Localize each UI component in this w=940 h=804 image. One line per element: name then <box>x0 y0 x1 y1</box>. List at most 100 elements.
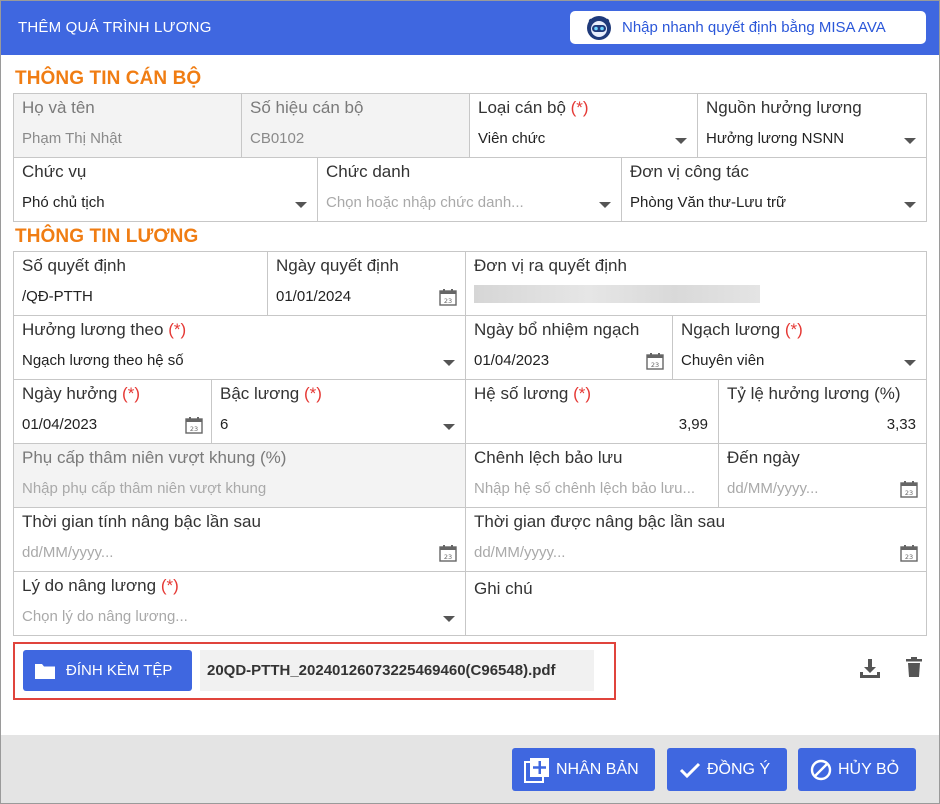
job-title-placeholder: Chọn hoặc nhập chức danh... <box>326 194 524 211</box>
raise-reason-label: Lý do nâng lương (*) <box>22 576 179 595</box>
effective-date-picker[interactable]: Ngày hưởng (*) 01/04/2023 23 <box>13 379 212 444</box>
misa-ava-button-label: Nhập nhanh quyết định bằng MISA AVA <box>622 19 886 36</box>
to-date-label: Đến ngày <box>727 448 800 467</box>
coefficient-input[interactable]: Hệ số lương (*) 3,99 <box>465 379 719 444</box>
staff-code-label: Số hiệu cán bộ <box>250 98 364 117</box>
seniority-allowance-placeholder: Nhập phụ cấp thâm niên vượt khung <box>22 480 267 497</box>
duplicate-label: NHÂN BẢN <box>556 760 639 778</box>
salary-rate-input[interactable]: Tỷ lệ hưởng lương (%) 3,33 <box>718 379 927 444</box>
calendar-icon[interactable]: 23 <box>900 544 918 562</box>
raise-reason-select[interactable]: Lý do nâng lương (*) Chọn lý do nâng lươ… <box>13 571 466 636</box>
reserved-difference-input[interactable]: Chênh lệch bảo lưu Nhập hệ số chênh lệch… <box>465 443 719 508</box>
chevron-down-icon[interactable] <box>904 360 916 366</box>
seniority-allowance-label: Phụ cấp thâm niên vượt khung (%) <box>22 448 287 467</box>
job-title-label: Chức danh <box>326 162 411 181</box>
svg-text:23: 23 <box>444 297 452 305</box>
dialog-title: THÊM QUÁ TRÌNH LƯƠNG <box>18 19 212 36</box>
chevron-down-icon[interactable] <box>443 616 455 622</box>
misa-ava-quick-input-button[interactable]: Nhập nhanh quyết định bằng MISA AVA <box>570 11 926 44</box>
position-select[interactable]: Chức vụ Phó chủ tịch <box>13 157 318 222</box>
staff-type-select[interactable]: Loại cán bộ (*) Viên chức <box>469 93 698 158</box>
seniority-allowance-input: Phụ cấp thâm niên vượt khung (%) Nhập ph… <box>13 443 466 508</box>
svg-text:23: 23 <box>651 361 659 369</box>
next-raise-calc-placeholder: dd/MM/yyyy... <box>22 544 114 561</box>
salary-grade-select[interactable]: Ngạch lương (*) Chuyên viên <box>672 315 927 380</box>
decision-date-picker[interactable]: Ngày quyết định 01/01/2024 23 <box>267 251 466 316</box>
salary-source-value: Hưởng lương NSNN <box>706 130 845 147</box>
work-unit-label: Đơn vị công tác <box>630 162 749 181</box>
decision-date-label: Ngày quyết định <box>276 256 399 275</box>
next-raise-placeholder: dd/MM/yyyy... <box>474 544 566 561</box>
staff-code-value: CB0102 <box>250 130 305 147</box>
raise-reason-placeholder: Chọn lý do nâng lương... <box>22 608 188 625</box>
staff-type-label: Loại cán bộ (*) <box>478 98 589 117</box>
required-mark: (*) <box>303 384 322 403</box>
note-textarea[interactable]: Ghi chú <box>465 571 927 636</box>
full-name-value: Phạm Thị Nhật <box>22 130 122 147</box>
chevron-down-icon[interactable] <box>904 138 916 144</box>
chevron-down-icon[interactable] <box>904 202 916 208</box>
next-raise-date-picker[interactable]: Thời gian được nâng bậc lần sau dd/MM/yy… <box>465 507 927 572</box>
attached-file[interactable]: 20QD-PTTH_20240126073225469460(C96548).p… <box>200 650 594 691</box>
salary-basis-label: Hưởng lương theo (*) <box>22 320 187 339</box>
calendar-icon[interactable]: 23 <box>646 352 664 370</box>
calendar-icon[interactable]: 23 <box>900 480 918 498</box>
salary-info-section-title: THÔNG TIN LƯƠNG <box>15 226 199 247</box>
required-mark: (*) <box>160 576 179 595</box>
duplicate-icon <box>524 757 549 783</box>
robot-icon <box>587 15 611 40</box>
effective-date-value: 01/04/2023 <box>22 416 98 433</box>
to-date-picker[interactable]: Đến ngày dd/MM/yyyy... 23 <box>718 443 927 508</box>
chevron-down-icon[interactable] <box>443 424 455 430</box>
salary-rate-label: Tỷ lệ hưởng lương (%) <box>727 384 901 403</box>
add-salary-process-dialog: THÊM QUÁ TRÌNH LƯƠNG Nhập nhanh quyết đị… <box>0 0 940 804</box>
issuing-unit-label: Đơn vị ra quyết định <box>474 256 627 275</box>
salary-basis-select[interactable]: Hưởng lương theo (*) Ngạch lương theo hệ… <box>13 315 466 380</box>
calendar-icon[interactable]: 23 <box>185 416 203 434</box>
chevron-down-icon[interactable] <box>443 360 455 366</box>
chevron-down-icon[interactable] <box>675 138 687 144</box>
issuing-unit-input[interactable]: Đơn vị ra quyết định <box>465 251 927 316</box>
required-mark: (*) <box>168 320 187 339</box>
coefficient-label: Hệ số lương (*) <box>474 384 592 403</box>
salary-basis-value: Ngạch lương theo hệ số <box>22 352 184 369</box>
svg-text:23: 23 <box>444 553 452 561</box>
download-icon[interactable] <box>859 657 881 679</box>
decision-date-value: 01/01/2024 <box>276 288 352 305</box>
salary-source-select[interactable]: Nguồn hưởng lương Hưởng lương NSNN <box>697 93 927 158</box>
note-label: Ghi chú <box>474 579 533 598</box>
chevron-down-icon[interactable] <box>295 202 307 208</box>
chevron-down-icon[interactable] <box>599 202 611 208</box>
salary-source-label: Nguồn hưởng lương <box>706 98 862 117</box>
next-raise-calc-date-picker[interactable]: Thời gian tính nâng bậc lần sau dd/MM/yy… <box>13 507 466 572</box>
cancel-circle-icon <box>810 759 832 780</box>
duplicate-button[interactable]: NHÂN BẢN <box>512 748 655 791</box>
dialog-footer: NHÂN BẢN ĐỒNG Ý HỦY BỎ <box>1 735 939 803</box>
issuing-unit-redacted-value <box>474 285 760 303</box>
job-title-combobox[interactable]: Chức danh Chọn hoặc nhập chức danh... <box>317 157 622 222</box>
next-raise-label: Thời gian được nâng bậc lần sau <box>474 512 726 531</box>
full-name-label: Họ và tên <box>22 98 95 117</box>
svg-text:23: 23 <box>905 489 913 497</box>
next-raise-calc-label: Thời gian tính nâng bậc lần sau <box>22 512 261 531</box>
calendar-icon[interactable]: 23 <box>439 288 457 306</box>
agree-button[interactable]: ĐỒNG Ý <box>667 748 787 791</box>
salary-grade-value: Chuyên viên <box>681 352 765 369</box>
trash-icon[interactable] <box>906 657 922 677</box>
cancel-button[interactable]: HỦY BỎ <box>798 748 916 791</box>
checkmark-icon <box>679 762 701 778</box>
agree-label: ĐỒNG Ý <box>707 760 771 778</box>
required-mark: (*) <box>570 98 589 117</box>
decision-number-label: Số quyết định <box>22 256 126 275</box>
cancel-label: HỦY BỎ <box>838 760 900 778</box>
work-unit-select[interactable]: Đơn vị công tác Phòng Văn thư-Lưu trữ <box>621 157 927 222</box>
attach-file-button[interactable]: ĐÍNH KÈM TỆP <box>23 650 192 691</box>
appointment-date-picker[interactable]: Ngày bổ nhiệm ngạch 01/04/2023 23 <box>465 315 673 380</box>
svg-text:23: 23 <box>905 553 913 561</box>
salary-step-select[interactable]: Bậc lương (*) 6 <box>211 379 466 444</box>
calendar-icon[interactable]: 23 <box>439 544 457 562</box>
reserved-difference-placeholder: Nhập hệ số chênh lệch bảo lưu... <box>474 480 696 497</box>
decision-number-input[interactable]: Số quyết định /QĐ-PTTH <box>13 251 268 316</box>
full-name-field: Họ và tên Phạm Thị Nhật <box>13 93 242 158</box>
position-value: Phó chủ tịch <box>22 194 105 211</box>
